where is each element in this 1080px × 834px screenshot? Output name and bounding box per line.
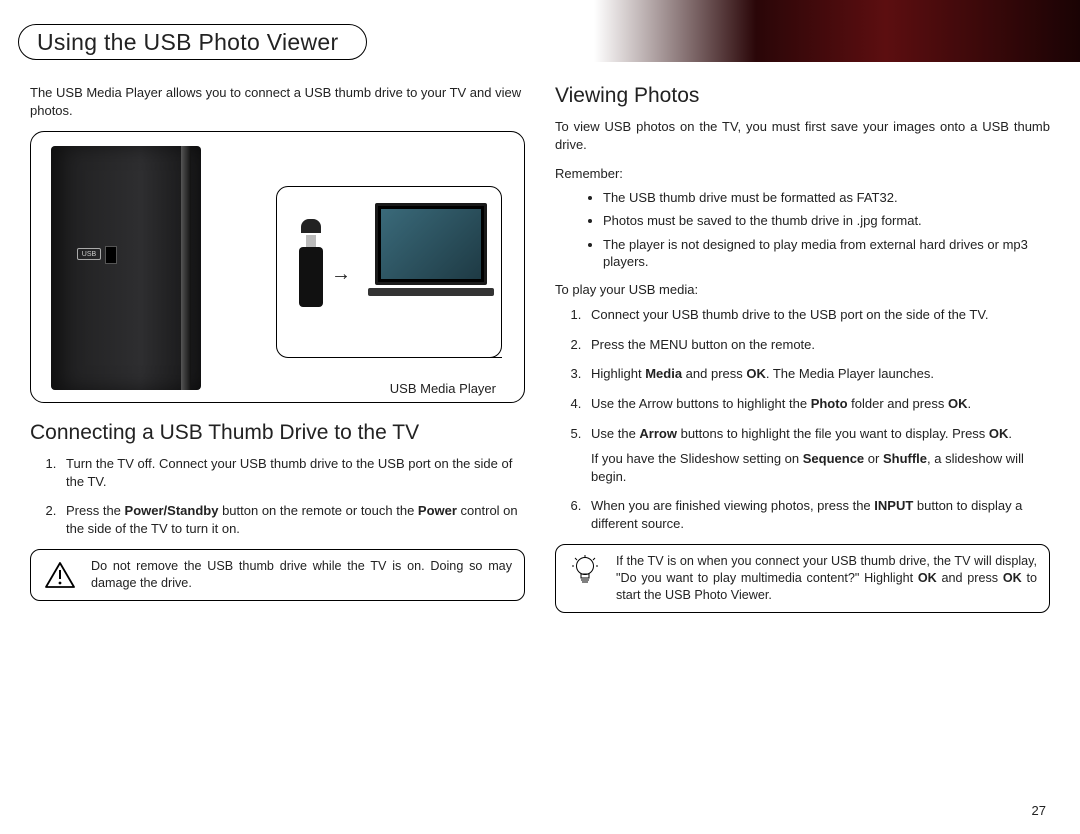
tv-side-panel: [51, 146, 201, 390]
mini-tv-icon: [375, 203, 487, 285]
warning-note: Do not remove the USB thumb drive while …: [30, 549, 525, 601]
chapter-title: Using the USB Photo Viewer: [37, 29, 338, 56]
right-intro: To view USB photos on the TV, you must f…: [555, 118, 1050, 153]
play-step-5: Use the Arrow buttons to highlight the f…: [585, 425, 1050, 486]
remember-item-3: The player is not designed to play media…: [603, 236, 1050, 271]
remember-label: Remember:: [555, 165, 1050, 183]
right-column: Viewing Photos To view USB photos on the…: [555, 84, 1050, 613]
toplay-label: To play your USB media:: [555, 281, 1050, 299]
page-number: 27: [1032, 803, 1046, 818]
connect-step-1: Turn the TV off. Connect your USB thumb …: [60, 455, 525, 490]
remember-item-1: The USB thumb drive must be formatted as…: [603, 189, 1050, 207]
figure-usb-media-player: USB → USB Media Player: [30, 131, 525, 403]
caption-connector-line: [362, 357, 502, 358]
usb-port-label: USB: [77, 248, 101, 260]
left-column: The USB Media Player allows you to conne…: [30, 84, 525, 613]
connect-steps: Turn the TV off. Connect your USB thumb …: [60, 455, 525, 537]
play-step-2: Press the MENU button on the remote.: [585, 336, 1050, 354]
chapter-header-bar: Using the USB Photo Viewer: [0, 0, 1080, 62]
connect-step-2: Press the Power/Standby button on the re…: [60, 502, 525, 537]
remember-item-2: Photos must be saved to the thumb drive …: [603, 212, 1050, 230]
play-step-1: Connect your USB thumb drive to the USB …: [585, 306, 1050, 324]
figure-inset: →: [276, 186, 502, 358]
warning-text: Do not remove the USB thumb drive while …: [91, 558, 512, 592]
left-section-heading: Connecting a USB Thumb Drive to the TV: [30, 421, 525, 445]
figure-caption: USB Media Player: [390, 381, 496, 396]
page-content: The USB Media Player allows you to conne…: [0, 62, 1080, 613]
play-step-6: When you are finished viewing photos, pr…: [585, 497, 1050, 532]
warning-icon: [43, 558, 77, 592]
remember-list: The USB thumb drive must be formatted as…: [603, 189, 1050, 271]
tv-side-edge: [181, 146, 191, 390]
left-intro: The USB Media Player allows you to conne…: [30, 84, 525, 119]
right-section-heading: Viewing Photos: [555, 84, 1050, 108]
chapter-title-pill: Using the USB Photo Viewer: [18, 24, 367, 60]
tip-note: If the TV is on when you connect your US…: [555, 544, 1050, 613]
lightbulb-icon: [568, 553, 602, 587]
tip-text: If the TV is on when you connect your US…: [616, 553, 1037, 604]
play-steps: Connect your USB thumb drive to the USB …: [585, 306, 1050, 532]
usb-port: [105, 246, 117, 264]
arrow-right-icon: →: [331, 263, 351, 286]
play-step-3: Highlight Media and press OK. The Media …: [585, 365, 1050, 383]
usb-thumb-drive-icon: [299, 247, 323, 307]
slideshow-sub-note: If you have the Slideshow setting on Seq…: [591, 450, 1050, 485]
mini-tv-screen: [381, 209, 481, 279]
play-step-4: Use the Arrow buttons to highlight the P…: [585, 395, 1050, 413]
